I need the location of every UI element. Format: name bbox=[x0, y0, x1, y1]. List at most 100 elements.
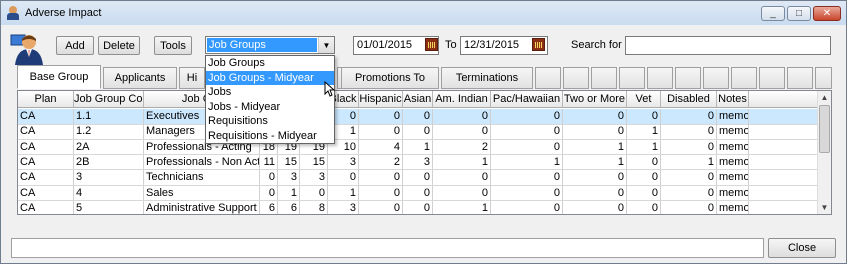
table-cell[interactable]: 3 bbox=[328, 154, 359, 170]
table-cell[interactable]: 0 bbox=[563, 185, 627, 200]
tab-empty[interactable] bbox=[675, 67, 701, 89]
table-cell[interactable]: 0 bbox=[563, 170, 627, 185]
table-cell[interactable]: 2 bbox=[359, 154, 403, 170]
table-cell[interactable]: 0 bbox=[627, 185, 661, 200]
table-cell[interactable]: 0 bbox=[661, 124, 717, 139]
table-cell[interactable]: 0 bbox=[403, 109, 433, 124]
table-cell[interactable]: 1 bbox=[661, 154, 717, 170]
table-cell[interactable]: 0 bbox=[433, 124, 491, 139]
column-header[interactable]: Job Group Code bbox=[74, 91, 144, 107]
table-cell[interactable]: memo bbox=[717, 124, 749, 139]
table-cell[interactable]: 0 bbox=[403, 200, 433, 214]
table-cell[interactable]: 0 bbox=[563, 124, 627, 139]
table-cell[interactable]: 0 bbox=[359, 109, 403, 124]
calendar-icon[interactable] bbox=[425, 38, 438, 51]
table-cell[interactable]: 0 bbox=[491, 170, 563, 185]
tab-terminations[interactable]: Terminations bbox=[441, 67, 533, 89]
dropdown-option[interactable]: Jobs - Midyear bbox=[206, 100, 334, 115]
table-cell[interactable]: 15 bbox=[278, 154, 300, 170]
tab-empty[interactable] bbox=[535, 67, 561, 89]
table-cell[interactable]: 1 bbox=[433, 200, 491, 214]
table-cell[interactable]: Technicians bbox=[144, 170, 260, 185]
table-cell[interactable]: 1 bbox=[627, 139, 661, 155]
table-cell[interactable]: 0 bbox=[563, 109, 627, 124]
close-window-button[interactable]: ✕ bbox=[813, 6, 841, 21]
table-cell[interactable]: 3 bbox=[300, 170, 328, 185]
table-cell[interactable]: 3 bbox=[403, 154, 433, 170]
table-cell[interactable]: CA bbox=[18, 109, 74, 124]
table-cell[interactable]: 2A bbox=[74, 139, 144, 155]
table-cell[interactable]: memo bbox=[717, 185, 749, 200]
table-cell[interactable]: 0 bbox=[661, 139, 717, 155]
dropdown-option[interactable]: Requisitions bbox=[206, 114, 334, 129]
table-cell[interactable]: 3 bbox=[328, 200, 359, 214]
table-cell[interactable]: 5 bbox=[74, 200, 144, 214]
table-cell[interactable]: 15 bbox=[300, 154, 328, 170]
table-cell[interactable]: 0 bbox=[661, 185, 717, 200]
scroll-thumb[interactable] bbox=[819, 105, 830, 153]
group-type-select[interactable]: Job Groups ▼ bbox=[205, 36, 335, 54]
chevron-down-icon[interactable]: ▼ bbox=[318, 37, 334, 53]
table-cell[interactable]: 0 bbox=[661, 109, 717, 124]
table-cell[interactable]: memo bbox=[717, 170, 749, 185]
table-cell[interactable]: CA bbox=[18, 170, 74, 185]
tab-empty[interactable] bbox=[619, 67, 645, 89]
table-cell[interactable]: 8 bbox=[300, 200, 328, 214]
vertical-scrollbar[interactable]: ▲ ▼ bbox=[817, 91, 831, 214]
table-row[interactable]: CA 4 Sales 0 1 0 1 0 0 0 0 0 0 0 memo bbox=[18, 185, 818, 201]
maximize-button[interactable]: □ bbox=[787, 6, 811, 21]
table-row[interactable]: CA1.1Executives200000000memo bbox=[18, 109, 818, 125]
table-row[interactable]: CA 2A Professionals - Acting 18 19 19 10 4 1 2 0 1 1… bbox=[18, 139, 818, 156]
table-cell[interactable]: CA bbox=[18, 139, 74, 155]
table-cell[interactable]: 1 bbox=[328, 185, 359, 200]
table-cell[interactable]: 0 bbox=[563, 200, 627, 214]
table-cell[interactable]: 4 bbox=[359, 139, 403, 155]
table-cell[interactable]: 0 bbox=[260, 170, 278, 185]
tab-empty[interactable] bbox=[647, 67, 673, 89]
column-header[interactable]: Notes bbox=[717, 91, 749, 107]
close-button[interactable]: Close bbox=[768, 238, 836, 258]
table-cell[interactable]: Sales bbox=[144, 185, 260, 200]
table-cell[interactable]: 6 bbox=[260, 200, 278, 214]
tab-empty[interactable] bbox=[563, 67, 589, 89]
title-bar[interactable]: Adverse Impact _ □ ✕ bbox=[1, 1, 846, 25]
table-cell[interactable]: 1 bbox=[491, 154, 563, 170]
table-cell[interactable]: 0 bbox=[661, 170, 717, 185]
column-header[interactable]: Plan bbox=[18, 91, 74, 107]
tab-empty[interactable] bbox=[815, 67, 832, 89]
table-cell[interactable]: 0 bbox=[627, 200, 661, 214]
table-cell[interactable]: 1 bbox=[278, 185, 300, 200]
tab-applicants[interactable]: Applicants bbox=[103, 67, 177, 89]
table-cell[interactable]: 3 bbox=[278, 170, 300, 185]
table-cell[interactable]: 0 bbox=[300, 185, 328, 200]
table-row[interactable]: CA 2B Professionals - Non Actin 11 15 15 3 2 3 1 1… bbox=[18, 154, 818, 171]
table-cell[interactable]: 0 bbox=[403, 185, 433, 200]
table-cell[interactable]: memo bbox=[717, 139, 749, 155]
table-cell[interactable]: CA bbox=[18, 185, 74, 200]
table-cell[interactable]: 1 bbox=[403, 139, 433, 155]
tools-button[interactable]: Tools bbox=[154, 36, 192, 55]
search-input[interactable] bbox=[625, 36, 831, 55]
table-cell[interactable]: memo bbox=[717, 154, 749, 170]
table-cell[interactable]: 1 bbox=[563, 154, 627, 170]
table-cell[interactable]: memo bbox=[717, 200, 749, 214]
table-cell[interactable]: 0 bbox=[627, 154, 661, 170]
scroll-down-icon[interactable]: ▼ bbox=[818, 201, 831, 214]
scroll-up-icon[interactable]: ▲ bbox=[818, 91, 831, 104]
column-header[interactable]: Two or More bbox=[563, 91, 627, 107]
column-header[interactable]: Pac/Hawaiian bbox=[491, 91, 563, 107]
table-cell[interactable]: 0 bbox=[433, 170, 491, 185]
table-cell[interactable]: 0 bbox=[627, 109, 661, 124]
column-header[interactable]: Vet bbox=[627, 91, 661, 107]
table-cell[interactable]: 0 bbox=[403, 170, 433, 185]
table-cell[interactable]: 0 bbox=[359, 124, 403, 139]
table-cell[interactable]: 0 bbox=[359, 185, 403, 200]
table-row[interactable]: CA 3 Technicians 0 3 3 0 0 0 0 0 0 0 0 memo bbox=[18, 170, 818, 186]
table-cell[interactable]: CA bbox=[18, 154, 74, 170]
tab-empty[interactable] bbox=[787, 67, 813, 89]
table-cell[interactable]: Professionals - Non Actin bbox=[144, 154, 260, 170]
minimize-button[interactable]: _ bbox=[761, 6, 785, 21]
calendar-icon[interactable] bbox=[532, 38, 545, 51]
delete-button[interactable]: Delete bbox=[98, 36, 140, 55]
dropdown-option[interactable]: Job Groups bbox=[206, 56, 334, 71]
